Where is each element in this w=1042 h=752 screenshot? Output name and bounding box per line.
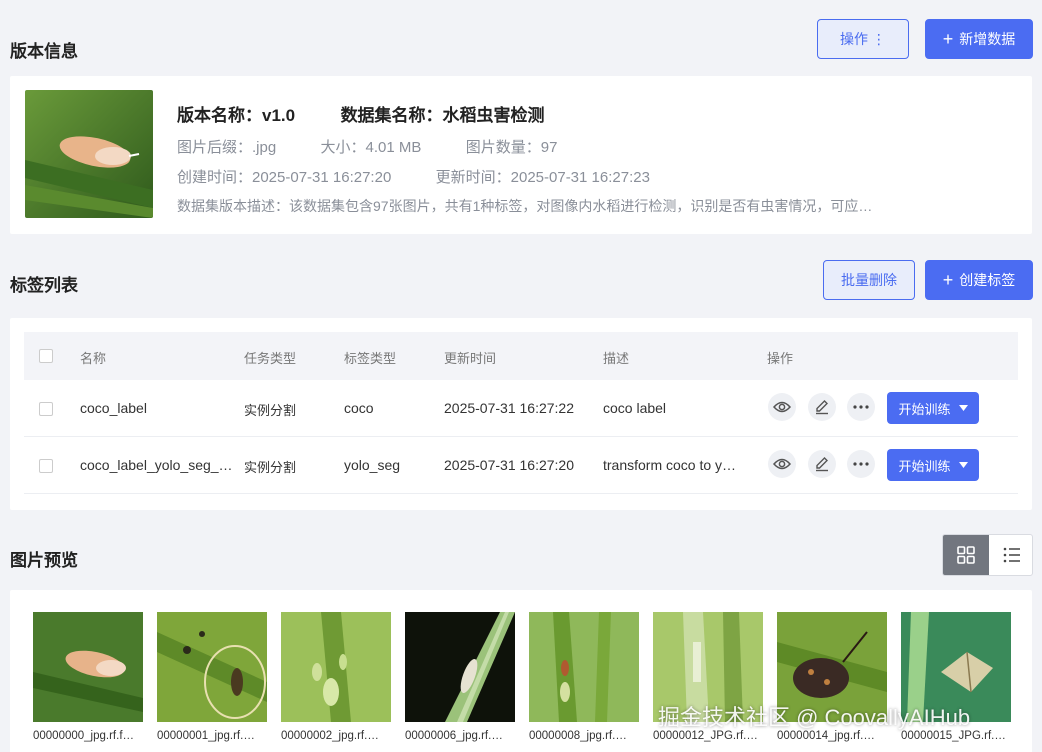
caret-down-icon: [958, 462, 968, 468]
create-label-button[interactable]: + 创建标签: [925, 260, 1033, 300]
view-icon[interactable]: [768, 450, 796, 478]
dataset-size: 大小：4.01 MB: [320, 139, 422, 156]
column-header-time: 更新时间: [444, 351, 497, 366]
update-time: 2025-07-31 16:27:20: [444, 457, 574, 473]
view-toggle: [942, 534, 1033, 576]
label-type: coco: [344, 400, 374, 416]
select-all-checkbox[interactable]: [39, 349, 53, 363]
column-header-task: 任务类型: [244, 351, 297, 366]
image-caption: 00000008_jpg.rf.…: [529, 730, 627, 742]
edit-icon[interactable]: [808, 393, 836, 421]
version-meta-line-1: 图片后缀：.jpg 大小：4.01 MB 图片数量：97: [177, 136, 557, 157]
image-suffix: 图片后缀：.jpg: [177, 139, 277, 156]
operations-label: 操作 ⋮: [840, 31, 886, 47]
image-caption: 00000006_jpg.rf.…: [405, 730, 503, 742]
start-training-label: 开始训练: [898, 458, 951, 474]
image-thumbnail[interactable]: 00000001_jpg.rf.…: [157, 612, 267, 742]
version-name: 版本名称：v1.0: [177, 106, 296, 125]
table-row: coco_label 实例分割 coco 2025-07-31 16:27:22…: [24, 380, 1018, 437]
version-section-title: 版本信息: [10, 42, 78, 61]
version-description: 数据集版本描述：该数据集包含97张图片，共有1种标签，对图像内水稻进行检测，识别…: [177, 198, 873, 214]
batch-delete-label: 批量删除: [841, 272, 897, 288]
image-count: 图片数量：97: [465, 139, 558, 156]
version-title-line: 版本名称：v1.0 数据集名称：水稻虫害检测: [177, 101, 545, 126]
preview-section-title: 图片预览: [10, 551, 78, 570]
column-header-name: 名称: [80, 351, 107, 366]
image-caption: 00000002_jpg.rf.…: [281, 730, 379, 742]
label-name: coco_label: [80, 400, 147, 416]
label-description: transform coco to y…: [603, 457, 737, 473]
image-caption: 00000000_jpg.rf.f…: [33, 730, 135, 742]
list-view-icon[interactable]: [989, 535, 1032, 575]
watermark: 掘金技术社区 @ CoovallyAIHub: [658, 705, 971, 730]
column-header-desc: 描述: [603, 351, 630, 366]
create-label-label: 创建标签: [959, 272, 1016, 288]
image-thumbnail[interactable]: 00000006_jpg.rf.…: [405, 612, 515, 742]
add-data-button[interactable]: + 新增数据: [925, 19, 1033, 59]
task-type: 实例分割: [244, 460, 297, 475]
task-type: 实例分割: [244, 403, 297, 418]
caret-down-icon: [958, 405, 968, 411]
update-time: 2025-07-31 16:27:22: [444, 400, 574, 416]
view-icon[interactable]: [768, 393, 796, 421]
operations-button[interactable]: 操作 ⋮: [817, 19, 909, 59]
image-thumbnail[interactable]: 00000008_jpg.rf.…: [529, 612, 639, 742]
version-cover-image: [25, 90, 153, 218]
more-icon[interactable]: [847, 393, 875, 421]
label-description: coco label: [603, 400, 667, 416]
row-checkbox[interactable]: [39, 402, 53, 416]
version-meta-line-2: 创建时间：2025-07-31 16:27:20 更新时间：2025-07-31…: [177, 166, 650, 187]
label-section-title: 标签列表: [10, 276, 78, 295]
batch-delete-button[interactable]: 批量删除: [823, 260, 915, 300]
image-caption: 00000001_jpg.rf.…: [157, 730, 255, 742]
created-time: 创建时间：2025-07-31 16:27:20: [177, 169, 392, 186]
row-checkbox[interactable]: [39, 459, 53, 473]
more-icon[interactable]: [847, 450, 875, 478]
add-data-label: 新增数据: [959, 31, 1016, 47]
dataset-name: 数据集名称：水稻虫害检测: [340, 106, 545, 125]
label-name: coco_label_yolo_seg_…: [80, 457, 233, 473]
start-training-button[interactable]: 开始训练: [887, 449, 979, 481]
plus-icon: +: [942, 29, 954, 49]
table-row: coco_label_yolo_seg_… 实例分割 yolo_seg 2025…: [24, 437, 1018, 494]
updated-time: 更新时间：2025-07-31 16:27:23: [435, 169, 650, 186]
table-header: 名称 任务类型 标签类型 更新时间 描述 操作: [24, 332, 1018, 380]
image-thumbnail[interactable]: 00000002_jpg.rf.…: [281, 612, 391, 742]
start-training-button[interactable]: 开始训练: [887, 392, 979, 424]
start-training-label: 开始训练: [898, 401, 951, 417]
column-header-actions: 操作: [767, 351, 794, 366]
label-type: yolo_seg: [344, 457, 401, 473]
plus-icon: +: [942, 270, 954, 290]
column-header-type: 标签类型: [344, 351, 397, 366]
edit-icon[interactable]: [808, 450, 836, 478]
image-thumbnail[interactable]: 00000000_jpg.rf.f…: [33, 612, 143, 742]
grid-view-icon[interactable]: [943, 535, 989, 575]
